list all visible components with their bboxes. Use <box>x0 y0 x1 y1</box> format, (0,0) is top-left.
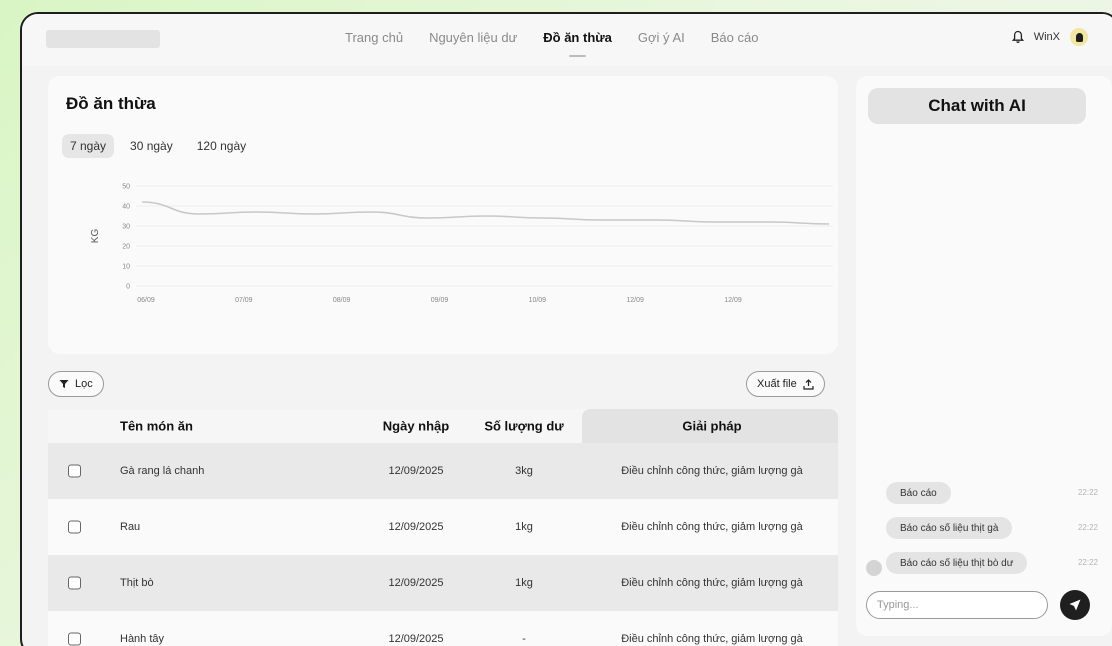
upload-icon <box>803 378 814 390</box>
chat-message: Báo cáo số liệu thịt bò dư 22:22 <box>856 552 1112 576</box>
y-tick-label: 50 <box>122 184 130 191</box>
y-axis-label: KG <box>90 229 101 244</box>
row-checkbox[interactable] <box>68 632 81 646</box>
table-row[interactable]: Hành tây 12/09/2025 - Điều chỉnh công th… <box>48 611 838 646</box>
user-name[interactable]: WinX <box>1034 31 1060 43</box>
header-name[interactable]: Tên món ăn <box>120 419 193 434</box>
user-area: WinX <box>1011 28 1088 46</box>
tab-7-days[interactable]: 7 ngày <box>62 134 115 158</box>
avatar[interactable] <box>1070 28 1088 46</box>
table-row[interactable]: Gà rang lá chanh 12/09/2025 3kg Điều chỉ… <box>48 443 838 499</box>
cell-date: 12/09/2025 <box>388 465 444 477</box>
app-window: Trang chủ Nguyên liệu dư Đồ ăn thừa Gợi … <box>20 12 1112 646</box>
chat-input[interactable] <box>866 591 1048 619</box>
message-time: 22:22 <box>1077 558 1098 567</box>
logo[interactable] <box>46 30 160 48</box>
x-tick-label: 09/09 <box>431 297 449 304</box>
nav-item-home[interactable]: Trang chủ <box>345 30 403 45</box>
x-tick-label: 08/09 <box>333 297 351 304</box>
leftover-chart-card: Đồ ăn thừa 7 ngày 30 ngày 120 ngày 0 10 20… <box>48 76 838 354</box>
filter-label: Lọc <box>75 378 93 390</box>
header-date[interactable]: Ngày nhập <box>376 419 456 434</box>
tab-120-days[interactable]: 120 ngày <box>189 134 254 158</box>
tab-30-days[interactable]: 30 ngày <box>122 134 181 158</box>
message-bubble[interactable]: Báo cáo số liệu thịt bò dư <box>886 552 1028 574</box>
filter-icon <box>59 380 69 388</box>
export-file-button[interactable]: Xuất file <box>746 371 825 397</box>
chat-title: Chat with AI <box>868 88 1086 124</box>
header-solution[interactable]: Giải pháp <box>594 419 830 434</box>
y-tick-label: 30 <box>122 224 130 231</box>
y-tick-label: 20 <box>122 244 130 251</box>
filter-button[interactable]: Lọc <box>48 371 104 397</box>
cell-solution: Điều chỉnh công thức, giảm lượng gà <box>621 465 803 477</box>
send-icon <box>1069 599 1081 611</box>
row-checkbox[interactable] <box>68 520 81 534</box>
x-tick-label: 12/09 <box>626 297 644 304</box>
cell-date: 12/09/2025 <box>388 521 444 533</box>
nav-item-leftover-food[interactable]: Đồ ăn thừa <box>543 30 612 57</box>
row-checkbox[interactable] <box>68 576 81 590</box>
send-button[interactable] <box>1060 590 1090 620</box>
table-row[interactable]: Rau 12/09/2025 1kg Điều chỉnh công thức,… <box>48 499 838 555</box>
y-tick-label: 0 <box>126 284 130 291</box>
x-tick-label: 06/09 <box>137 297 155 304</box>
x-tick-label: 10/09 <box>529 297 547 304</box>
bell-icon[interactable] <box>1011 30 1024 44</box>
x-tick-label: 07/09 <box>235 297 253 304</box>
message-time: 22:22 <box>1077 523 1098 532</box>
nav-item-surplus-ingredients[interactable]: Nguyên liệu dư <box>429 30 517 45</box>
cell-name: Hành tây <box>120 633 165 645</box>
range-tabs: 7 ngày 30 ngày 120 ngày <box>62 134 254 158</box>
chat-panel: Chat with AI Báo cáo 22:22 Báo cáo số li… <box>856 76 1112 636</box>
top-navbar: Trang chủ Nguyên liệu dư Đồ ăn thừa Gợi … <box>22 14 1112 66</box>
nav-item-ai-suggestions[interactable]: Gợi ý AI <box>638 30 685 45</box>
cell-qty: 1kg <box>515 577 533 589</box>
y-tick-label: 10 <box>122 264 130 271</box>
chat-message: Báo cáo số liệu thịt gà 22:22 <box>856 517 1112 539</box>
cell-date: 12/09/2025 <box>388 577 444 589</box>
y-tick-label: 40 <box>122 204 130 211</box>
message-time: 22:22 <box>1077 488 1098 497</box>
cell-qty: - <box>522 633 526 645</box>
cell-qty: 1kg <box>515 521 533 533</box>
nav-item-reports[interactable]: Báo cáo <box>711 30 759 45</box>
cell-name: Rau <box>120 521 141 533</box>
leftover-table: Tên món ăn Ngày nhập Số lượng dư Giải ph… <box>48 409 838 646</box>
series-line <box>141 201 830 225</box>
table-row[interactable]: Thịt bò 12/09/2025 1kg Điều chỉnh công t… <box>48 555 838 611</box>
cell-solution: Điều chỉnh công thức, giảm lượng gà <box>621 633 803 645</box>
leftover-line-chart: 0 10 20 30 40 50 06/09 07/09 08/09 09/09 10/09 12/0… <box>90 184 833 304</box>
cell-solution: Điều chỉnh công thức, giảm lượng gà <box>621 577 803 589</box>
main-nav: Trang chủ Nguyên liệu dư Đồ ăn thừa Gợi … <box>345 30 759 57</box>
row-checkbox[interactable] <box>68 464 81 478</box>
message-bubble[interactable]: Báo cáo <box>886 482 951 504</box>
export-label: Xuất file <box>757 378 797 390</box>
cell-solution: Điều chỉnh công thức, giảm lượng gà <box>621 521 803 533</box>
message-bubble[interactable]: Báo cáo số liệu thịt gà <box>886 517 1013 539</box>
cell-qty: 3kg <box>515 465 533 477</box>
cell-name: Thịt bò <box>120 577 154 589</box>
ai-avatar <box>866 560 882 576</box>
card-title: Đồ ăn thừa <box>66 94 156 113</box>
x-tick-label: 12/09 <box>724 297 742 304</box>
table-header: Tên món ăn Ngày nhập Số lượng dư Giải ph… <box>48 409 838 443</box>
header-qty[interactable]: Số lượng dư <box>484 419 564 434</box>
cell-name: Gà rang lá chanh <box>120 465 205 477</box>
chat-message: Báo cáo 22:22 <box>856 482 1112 504</box>
cell-date: 12/09/2025 <box>388 633 444 645</box>
